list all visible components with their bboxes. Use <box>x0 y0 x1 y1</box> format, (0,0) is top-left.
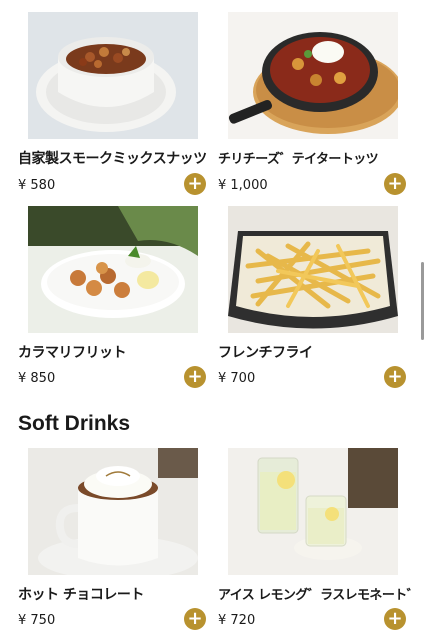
menu-item-card[interactable]: チリチーズ゛テイタートッツ ¥ 1,000 + <box>213 0 426 196</box>
add-to-order-button[interactable]: + <box>384 366 406 388</box>
menu-item-name: カラマリフリット <box>18 345 127 361</box>
add-to-order-button[interactable]: + <box>384 173 406 195</box>
menu-item-card[interactable]: フレンチフライ ¥ 700 + <box>213 196 426 396</box>
menu-item-name: 自家製スモークミックスナッツ <box>18 151 207 167</box>
menu-item-name: フレンチフライ <box>218 345 313 361</box>
hot-chocolate-image <box>28 448 198 575</box>
scrollbar[interactable] <box>421 262 424 340</box>
menu-item-card[interactable]: アイス レモング゛ラスレモネート゛ ¥ 720 + <box>213 446 426 640</box>
plus-icon: + <box>187 173 203 194</box>
menu-item-price: ¥ 720 <box>218 613 256 628</box>
plus-icon: + <box>387 608 403 629</box>
menu-item-card[interactable]: 自家製スモークミックスナッツ ¥ 580 + <box>0 0 213 196</box>
menu-page: 自家製スモークミックスナッツ ¥ 580 + チリチーズ゛テイタートッツ ¥ 1… <box>0 0 426 640</box>
section-heading-soft-drinks: Soft Drinks <box>18 412 131 435</box>
menu-item-price: ¥ 580 <box>18 178 56 193</box>
menu-item-price: ¥ 750 <box>18 613 56 628</box>
menu-item-price: ¥ 1,000 <box>218 178 268 193</box>
add-to-order-button[interactable]: + <box>384 608 406 630</box>
menu-item-price: ¥ 850 <box>18 371 56 386</box>
plus-icon: + <box>187 608 203 629</box>
add-to-order-button[interactable]: + <box>184 608 206 630</box>
add-to-order-button[interactable]: + <box>184 173 206 195</box>
plus-icon: + <box>187 366 203 387</box>
calamari-fritti-image <box>28 206 198 333</box>
menu-item-name: アイス レモング゛ラスレモネート゛ <box>218 588 420 603</box>
add-to-order-button[interactable]: + <box>184 366 206 388</box>
menu-item-name: ホット チョコレート <box>18 587 144 603</box>
mixed-nuts-image <box>28 12 198 139</box>
french-fries-image <box>228 206 398 333</box>
plus-icon: + <box>387 366 403 387</box>
plus-icon: + <box>387 173 403 194</box>
menu-item-name: チリチーズ゛テイタートッツ <box>218 152 379 167</box>
menu-item-price: ¥ 700 <box>218 371 256 386</box>
chili-cheese-tots-image <box>228 12 398 139</box>
lemongrass-lemonade-image <box>228 448 398 575</box>
menu-item-card[interactable]: カラマリフリット ¥ 850 + <box>0 196 213 396</box>
menu-item-card[interactable]: ホット チョコレート ¥ 750 + <box>0 446 213 640</box>
